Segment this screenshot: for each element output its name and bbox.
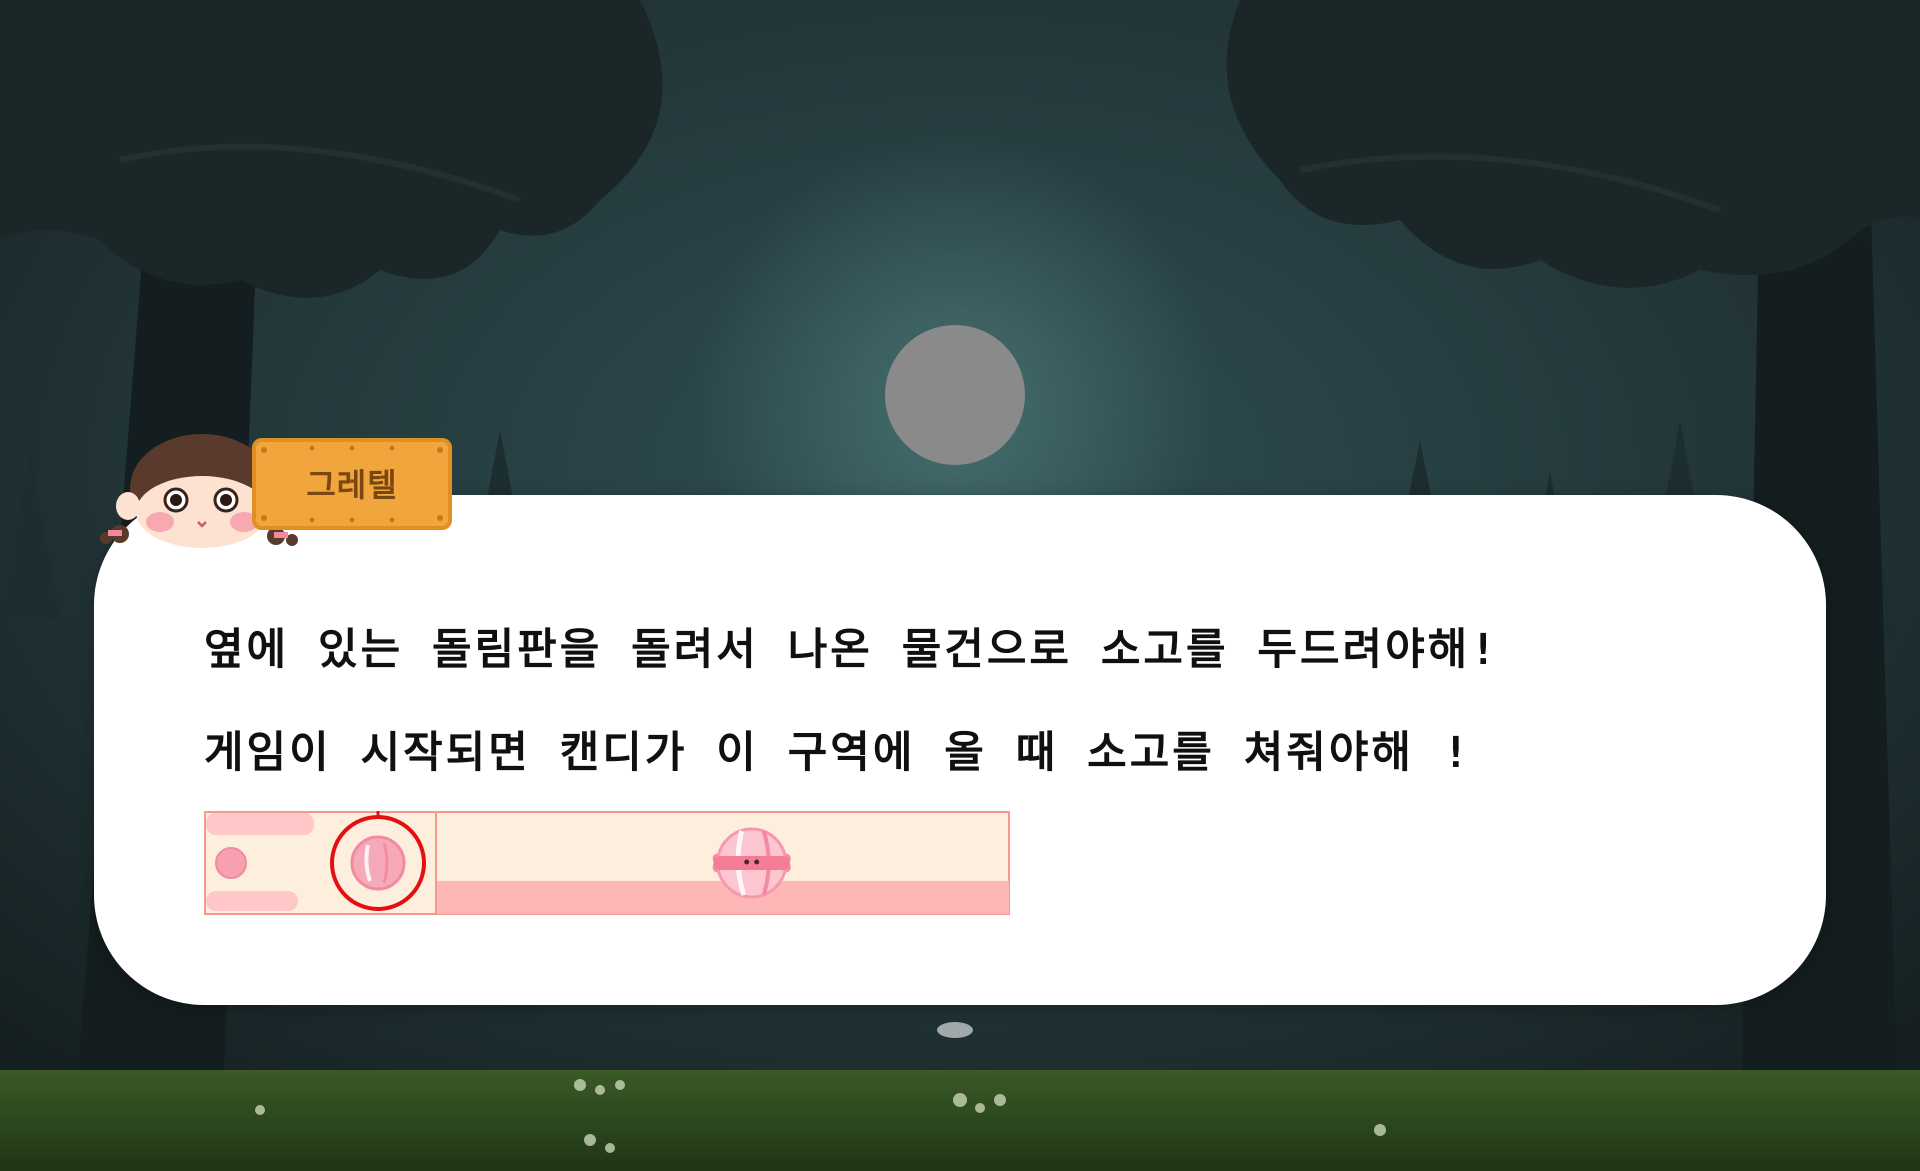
dialog-line-2: 게임이 시작되면 캔디가 이 구역에 올 때 소고를 쳐줘야해 !: [204, 728, 1472, 778]
dialog-box[interactable]: 옆에 있는 돌림판을 돌려서 나온 물건으로 소고를 두드려야해! 게임이 시작…: [94, 495, 1826, 1005]
rhythm-bar-stripe: [436, 881, 1009, 914]
candy-target-icon: [350, 835, 406, 891]
small-candy-icon: [215, 847, 247, 879]
moon: [885, 325, 1025, 465]
braid-left: [100, 525, 129, 544]
speaker-name-badge: 그레텔: [252, 438, 452, 530]
dialog-line-1: 옆에 있는 돌림판을 돌려서 나온 물건으로 소고를 두드려야해!: [204, 625, 1500, 675]
rhythm-bar-example: [204, 811, 1010, 915]
speaker-name: 그레텔: [306, 466, 398, 504]
